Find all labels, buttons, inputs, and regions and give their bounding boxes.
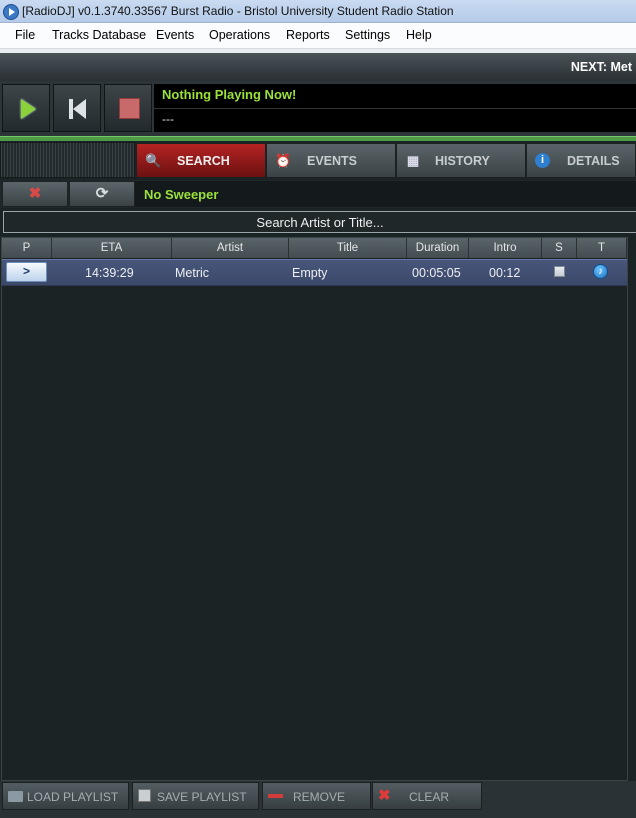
clear-button[interactable]: ✖ CLEAR bbox=[372, 782, 482, 810]
column-header-eta[interactable]: ETA bbox=[52, 238, 172, 258]
tab-events[interactable]: ⏰ EVENTS bbox=[266, 143, 396, 178]
menu-reports[interactable]: Reports bbox=[286, 28, 330, 42]
cell-intro: 00:12 bbox=[489, 266, 521, 280]
remove-button[interactable]: REMOVE bbox=[262, 782, 371, 810]
search-input[interactable] bbox=[3, 211, 636, 233]
now-playing-subtitle: --- bbox=[162, 112, 174, 126]
menu-tracks-database[interactable]: Tracks Database bbox=[52, 28, 146, 42]
playback-progress-bar[interactable] bbox=[0, 136, 636, 141]
next-track-label: NEXT: Met bbox=[570, 60, 632, 74]
tab-search-label: SEARCH bbox=[177, 154, 230, 168]
menu-settings[interactable]: Settings bbox=[345, 28, 390, 42]
menu-events[interactable]: Events bbox=[156, 28, 194, 42]
minus-icon bbox=[268, 794, 283, 798]
play-button[interactable] bbox=[2, 84, 50, 132]
stop-button[interactable] bbox=[104, 84, 152, 132]
sweeper-checkbox[interactable] bbox=[554, 266, 565, 277]
alarm-clock-icon: ⏰ bbox=[275, 153, 292, 168]
column-header-p[interactable]: P bbox=[2, 238, 52, 258]
tab-details-label: DETAILS bbox=[567, 154, 620, 168]
folder-icon bbox=[8, 791, 23, 802]
red-x-icon: ✖ bbox=[378, 787, 391, 804]
stop-icon bbox=[119, 98, 140, 119]
magnifier-icon: 🔍 bbox=[145, 153, 162, 168]
tab-search[interactable]: 🔍 SEARCH bbox=[136, 143, 266, 178]
music-note-icon: ♪ bbox=[593, 264, 608, 279]
sweeper-status: No Sweeper bbox=[135, 181, 636, 207]
load-playlist-button[interactable]: LOAD PLAYLIST bbox=[2, 782, 129, 810]
info-icon: i bbox=[535, 153, 550, 168]
cell-eta: 14:39:29 bbox=[85, 266, 134, 280]
cell-artist: Metric bbox=[175, 266, 210, 280]
clear-label: CLEAR bbox=[409, 790, 450, 804]
play-track-button[interactable]: > bbox=[6, 262, 47, 282]
now-playing-display: Nothing Playing Now! --- bbox=[154, 84, 636, 132]
refresh-sweeper-button[interactable]: ⟳ bbox=[69, 181, 135, 207]
app-icon bbox=[3, 4, 19, 20]
column-header-duration[interactable]: Duration bbox=[407, 238, 469, 258]
column-header-artist[interactable]: Artist bbox=[172, 238, 289, 258]
column-header-intro[interactable]: Intro bbox=[469, 238, 542, 258]
menu-operations[interactable]: Operations bbox=[209, 28, 270, 42]
window-title-bar: [RadioDJ] v0.1.3740.33567 Burst Radio - … bbox=[0, 0, 636, 23]
previous-button[interactable] bbox=[53, 84, 101, 132]
column-header-t[interactable]: T bbox=[577, 238, 627, 258]
menu-bar: File Tracks Database Events Operations R… bbox=[0, 23, 636, 49]
sweeper-status-text: No Sweeper bbox=[144, 187, 219, 202]
tab-details[interactable]: i DETAILS bbox=[526, 143, 636, 178]
column-header-s[interactable]: S bbox=[542, 238, 577, 258]
refresh-icon: ⟳ bbox=[95, 185, 109, 202]
cell-duration: 00:05:05 bbox=[412, 266, 461, 280]
play-icon bbox=[21, 99, 36, 119]
load-playlist-label: LOAD PLAYLIST bbox=[27, 790, 119, 804]
menu-help[interactable]: Help bbox=[406, 28, 432, 42]
remove-label: REMOVE bbox=[293, 790, 346, 804]
tab-history[interactable]: ▦ HISTORY bbox=[396, 143, 526, 178]
save-playlist-button[interactable]: SAVE PLAYLIST bbox=[132, 782, 259, 810]
playlist-grid[interactable] bbox=[1, 237, 628, 781]
tab-events-label: EVENTS bbox=[307, 154, 358, 168]
now-playing-title: Nothing Playing Now! bbox=[162, 87, 297, 102]
save-playlist-label: SAVE PLAYLIST bbox=[157, 790, 247, 804]
tab-history-label: HISTORY bbox=[435, 154, 490, 168]
window-title: [RadioDJ] v0.1.3740.33567 Burst Radio - … bbox=[22, 4, 454, 18]
calendar-icon: ▦ bbox=[406, 153, 420, 168]
waveform-display bbox=[0, 142, 135, 178]
next-track-bar: NEXT: Met bbox=[0, 53, 636, 81]
remove-sweeper-button[interactable]: ✖ bbox=[2, 181, 68, 207]
floppy-disk-icon bbox=[138, 789, 151, 802]
menu-file[interactable]: File bbox=[15, 28, 35, 42]
cell-title: Empty bbox=[292, 266, 328, 280]
column-header-title[interactable]: Title bbox=[289, 238, 407, 258]
close-icon: ✖ bbox=[28, 185, 42, 202]
